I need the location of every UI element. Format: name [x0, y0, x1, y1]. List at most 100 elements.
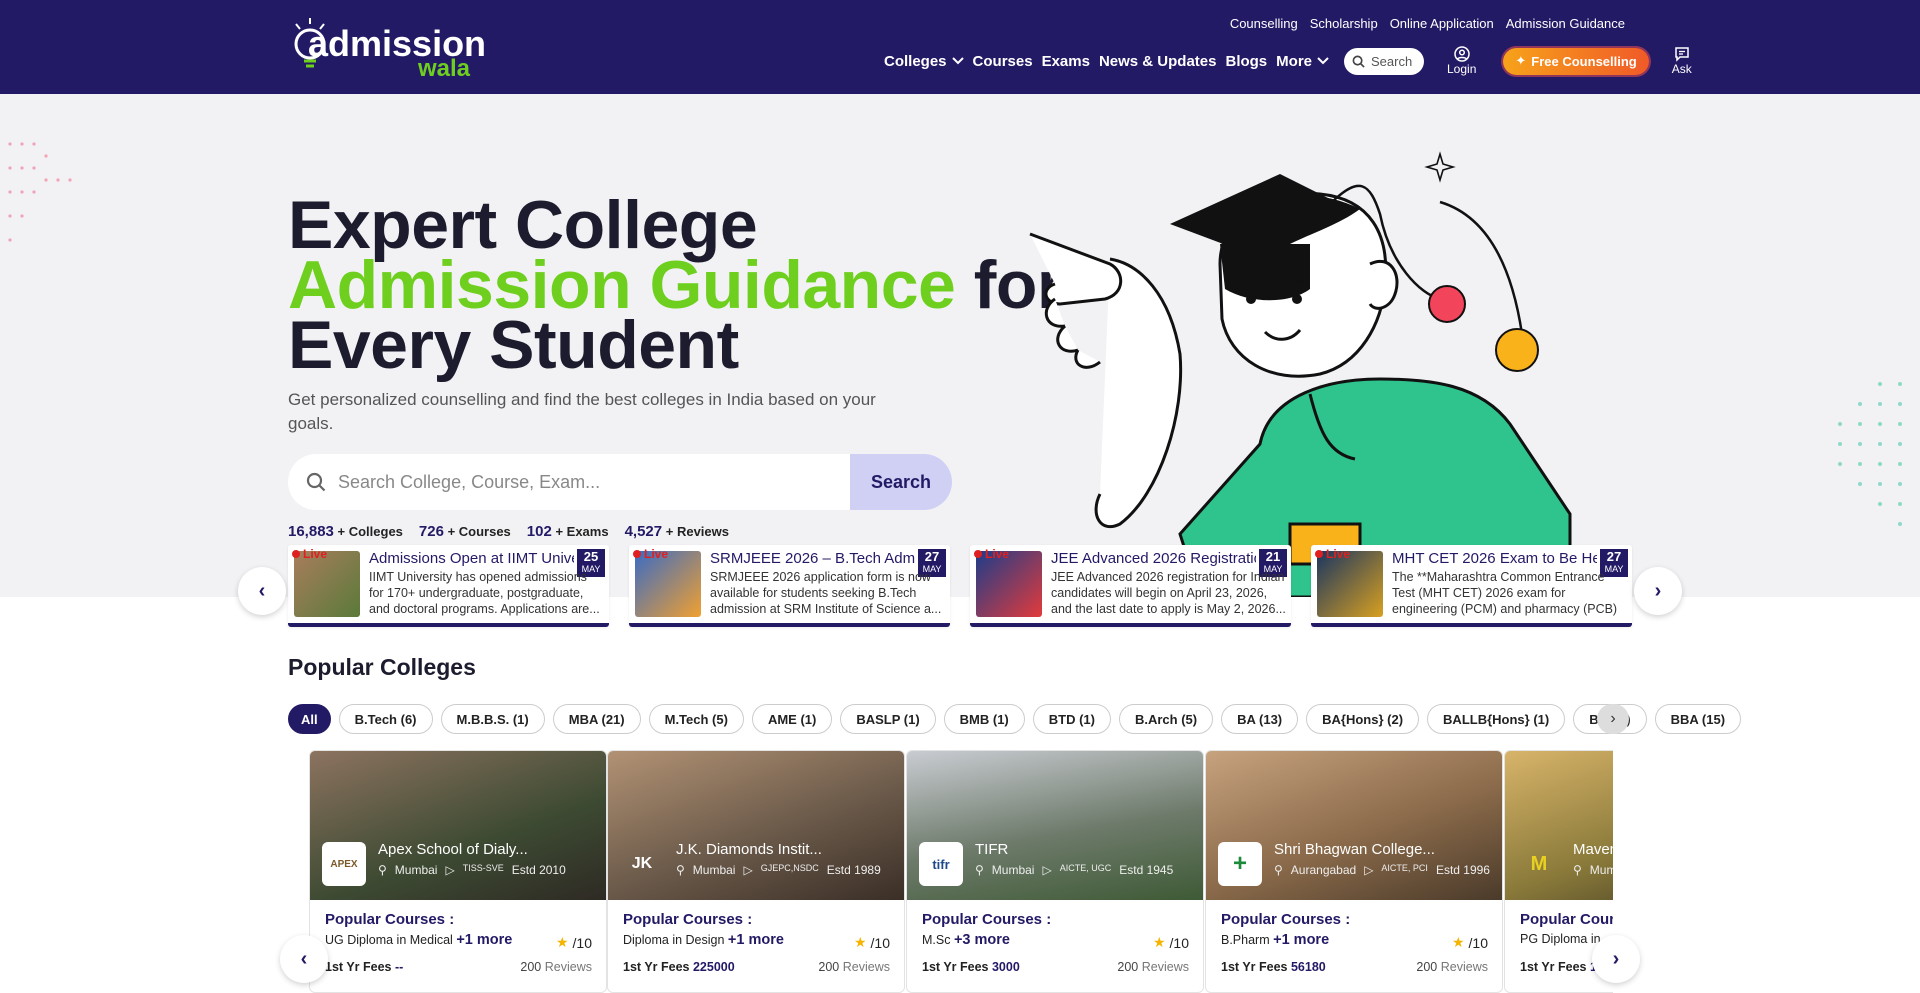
chevron-left-icon: ‹ [300, 947, 308, 970]
college-meta: ⚲ Mum... [1573, 863, 1613, 877]
chip-mba[interactable]: MBA (21) [552, 704, 641, 734]
cards-next-button[interactable]: › [1592, 935, 1640, 983]
free-counselling-label: Free Counselling [1531, 53, 1637, 69]
chip-ame[interactable]: AME (1) [751, 704, 833, 734]
college-approval: AICTE, PCI [1381, 863, 1428, 873]
nav-blogs[interactable]: Blogs [1225, 53, 1267, 70]
location-icon: ⚲ [676, 863, 685, 877]
stat-label: + Courses [447, 524, 511, 539]
student-illustration [1029, 151, 1572, 597]
top-link-online-application[interactable]: Online Application [1390, 16, 1494, 31]
college-name[interactable]: TIFR [975, 841, 1008, 858]
college-card[interactable]: JK J.K. Diamonds Instit... ⚲ Mumbai ▷ GJEP… [607, 750, 905, 993]
news-title[interactable]: MHT CET 2026 Exam to Be Held [1392, 550, 1597, 567]
nav-exams[interactable]: Exams [1042, 53, 1090, 70]
site-logo[interactable]: admission wala [290, 14, 500, 84]
bookmark-icon: ▷ [1042, 863, 1052, 877]
chip-btech[interactable]: B.Tech (6) [338, 704, 433, 734]
live-label: Live [985, 547, 1010, 561]
news-title[interactable]: Admissions Open at IIMT University [369, 550, 574, 567]
live-label: Live [644, 547, 669, 561]
top-link-counselling[interactable]: Counselling [1230, 16, 1298, 31]
news-title[interactable]: JEE Advanced 2026 Registration [1051, 550, 1256, 567]
fees-label: 1st Yr Fees [325, 960, 392, 974]
news-title[interactable]: SRMJEEE 2026 – B.Tech Admission [710, 550, 915, 567]
cards-prev-button[interactable]: ‹ [280, 935, 328, 983]
chevron-right-icon: › [1654, 579, 1662, 602]
college-name[interactable]: Shri Bhagwan College... [1274, 841, 1435, 858]
news-body: The **Maharashtra Common Entrance Test (… [1392, 570, 1618, 616]
chip-baslp[interactable]: BASLP (1) [840, 704, 936, 734]
decorative-dots [1838, 382, 1902, 526]
college-cards: APEX Apex School of Dialy... ⚲ Mumbai ▷ TI… [309, 750, 1613, 993]
news-next-button[interactable]: › [1634, 567, 1682, 615]
popular-colleges-title: Popular Colleges [288, 654, 476, 680]
reviews-count: 200 [818, 960, 840, 974]
college-meta: ⚲ Mumbai ▷ GJEPC,NSDC Estd 1989 [676, 863, 881, 877]
chip-btd[interactable]: BTD (1) [1032, 704, 1111, 734]
college-logo-text: + [1232, 850, 1247, 877]
college-name[interactable]: J.K. Diamonds Instit... [676, 841, 822, 858]
college-reviews[interactable]: 200 Reviews [1416, 960, 1488, 974]
rating-value: /10 [1169, 934, 1189, 951]
nav-news[interactable]: News & Updates [1099, 53, 1217, 70]
college-name[interactable]: Apex School of Dialy... [378, 841, 528, 858]
course-name: M.Sc [922, 933, 951, 947]
more-courses-link[interactable]: +1 more [1273, 932, 1329, 948]
rating-value: /10 [1468, 934, 1488, 951]
ask-button[interactable]: Ask [1672, 46, 1692, 76]
more-courses-link[interactable]: +1 more [456, 932, 512, 948]
news-card[interactable]: Live SRMJEEE 2026 – B.Tech Admission 27M… [629, 545, 950, 627]
stat-value: 102 [526, 523, 552, 540]
chip-ba-hons[interactable]: BA{Hons} (2) [1306, 704, 1420, 734]
sparkle-icon: ✦ [1515, 53, 1527, 68]
college-estd: Estd 1996 [1435, 863, 1490, 877]
chip-ba[interactable]: BA (13) [1221, 704, 1299, 734]
nav-more[interactable]: More [1276, 53, 1329, 70]
chip-bmb[interactable]: BMB (1) [943, 704, 1025, 734]
college-city: Aurangabad [1290, 863, 1357, 877]
news-prev-button[interactable]: ‹ [238, 567, 286, 615]
top-link-scholarship[interactable]: Scholarship [1310, 16, 1378, 31]
top-link-admission-guidance[interactable]: Admission Guidance [1506, 16, 1625, 31]
college-meta: ⚲ Aurangabad ▷ AICTE, PCI Estd 1996 [1274, 863, 1490, 877]
login-button[interactable]: Login [1447, 46, 1476, 76]
bookmark-icon: ▷ [445, 863, 455, 877]
reviews-label: Reviews [1440, 960, 1488, 974]
college-reviews[interactable]: 200 Reviews [1117, 960, 1189, 974]
hero-search-input[interactable]: Search College, Course, Exam... [288, 454, 850, 510]
free-counselling-button[interactable]: ✦ Free Counselling [1503, 47, 1649, 75]
chip-mbbs[interactable]: M.B.B.S. (1) [440, 704, 545, 734]
college-reviews[interactable]: 200 Reviews [520, 960, 592, 974]
college-rating: ★/10 [1153, 934, 1189, 951]
chip-ballb-hons[interactable]: BALLB{Hons} (1) [1427, 704, 1566, 734]
chip-mtech[interactable]: M.Tech (5) [648, 704, 744, 734]
hero-title: Expert College Admission Guidance for Ev… [288, 191, 1068, 379]
nav-search-button[interactable]: Search [1344, 47, 1424, 75]
chip-all[interactable]: All [288, 704, 331, 734]
chevron-down-icon [951, 57, 964, 65]
location-icon: ⚲ [1274, 863, 1283, 877]
more-courses-link[interactable]: +1 more [728, 932, 784, 948]
more-courses-link[interactable]: +3 more [954, 932, 1010, 948]
college-card[interactable]: APEX Apex School of Dialy... ⚲ Mumbai ▷ TI… [309, 750, 607, 993]
chips-next-button[interactable]: › [1597, 704, 1629, 734]
news-body: JEE Advanced 2026 registration for India… [1051, 570, 1286, 616]
nav-colleges[interactable]: Colleges [884, 53, 964, 70]
college-city: Mum... [1589, 863, 1613, 877]
news-card[interactable]: Live JEE Advanced 2026 Registration 21 MA… [970, 545, 1291, 627]
college-card[interactable]: + Shri Bhagwan College... ⚲ Aurangabad ▷ A… [1205, 750, 1503, 993]
nav-courses[interactable]: Courses [973, 53, 1033, 70]
college-reviews[interactable]: 200 Reviews [818, 960, 890, 974]
chip-barch[interactable]: B.Arch (5) [1118, 704, 1214, 734]
bookmark-icon: ▷ [743, 863, 753, 877]
college-name[interactable]: Maven... [1573, 841, 1613, 858]
hero-search-button[interactable]: Search [850, 454, 952, 510]
chip-bba[interactable]: BBA (15) [1654, 704, 1742, 734]
college-card[interactable]: tifr TIFR ⚲ Mumbai ▷ AICTE, UGC Estd 1945 … [906, 750, 1204, 993]
news-card[interactable]: Live Admissions Open at IIMT University … [288, 545, 609, 627]
news-card[interactable]: Live MHT CET 2026 Exam to Be Held 27 MAY … [1311, 545, 1632, 627]
main-nav: Colleges Courses Exams News & Updates Bl… [884, 46, 1692, 76]
nav-search-label: Search [1371, 53, 1413, 69]
live-label: Live [1326, 547, 1351, 561]
